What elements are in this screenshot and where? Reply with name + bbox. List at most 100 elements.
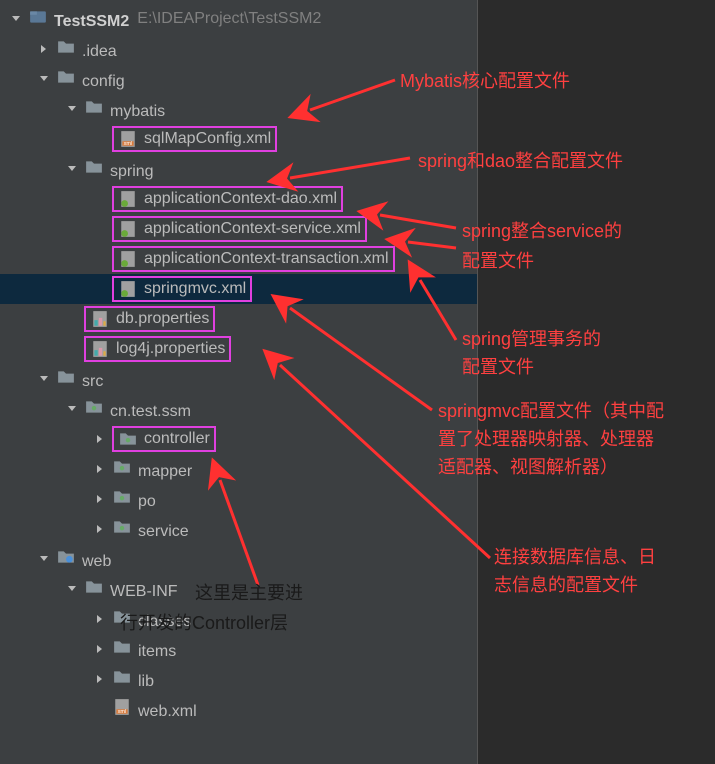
tree-item[interactable]: src: [56, 367, 103, 391]
tree-item[interactable]: TestSSM2: [28, 7, 129, 31]
tree-row[interactable]: classes: [0, 604, 477, 634]
annotation-text: spring整合service的: [462, 218, 622, 245]
chevron-right-icon[interactable]: [92, 491, 108, 507]
chevron-right-icon[interactable]: [92, 521, 108, 537]
package-icon: [118, 429, 138, 449]
tree-item-label: applicationContext-service.xml: [144, 220, 361, 238]
tree-item[interactable]: mybatis: [84, 97, 165, 121]
tree-row[interactable]: .idea: [0, 34, 477, 64]
tree-row[interactable]: xmlsqlMapConfig.xml: [0, 124, 477, 154]
tree-item-label: lib: [138, 673, 154, 690]
tree-item[interactable]: lib: [112, 667, 154, 691]
tree-item-label: config: [82, 73, 125, 90]
tree-item[interactable]: service: [112, 517, 189, 541]
chevron-down-icon[interactable]: [64, 161, 80, 177]
tree-item[interactable]: spring: [84, 157, 154, 181]
tree-item[interactable]: cn.test.ssm: [84, 397, 191, 421]
folder-icon: [56, 37, 76, 57]
package-icon: [112, 487, 132, 507]
tree-row[interactable]: service: [0, 514, 477, 544]
tree-item[interactable]: db.properties: [84, 306, 215, 332]
tree-item-label: sqlMapConfig.xml: [144, 130, 271, 148]
tree-item-label: applicationContext-dao.xml: [144, 190, 337, 208]
tree-row[interactable]: mybatis: [0, 94, 477, 124]
folder-icon: [56, 67, 76, 87]
tree-row[interactable]: lib: [0, 664, 477, 694]
tree-item[interactable]: applicationContext-service.xml: [112, 216, 367, 242]
tree-item[interactable]: .idea: [56, 37, 117, 61]
tree-row[interactable]: cn.test.ssm: [0, 394, 477, 424]
tree-item[interactable]: items: [112, 637, 176, 661]
svg-text:xml: xml: [118, 709, 127, 715]
tree-item[interactable]: log4j.properties: [84, 336, 231, 362]
tree-item-label: web.xml: [138, 703, 197, 720]
chevron-down-icon[interactable]: [64, 401, 80, 417]
tree-item[interactable]: xmlsqlMapConfig.xml: [112, 126, 277, 152]
package-icon: [112, 457, 132, 477]
chevron-right-icon[interactable]: [92, 671, 108, 687]
folder-icon: [56, 367, 76, 387]
tree-item[interactable]: classes: [112, 607, 191, 631]
tree-row[interactable]: applicationContext-dao.xml: [0, 184, 477, 214]
folder-icon: [84, 577, 104, 597]
tree-item[interactable]: applicationContext-transaction.xml: [112, 246, 395, 272]
tree-item-label: mybatis: [110, 103, 165, 120]
tree-row[interactable]: spring: [0, 154, 477, 184]
tree-item-label: TestSSM2: [54, 13, 129, 30]
tree-item[interactable]: WEB-INF: [84, 577, 178, 601]
tree-item[interactable]: xml web.xml: [112, 697, 197, 721]
xml-s-icon: [118, 279, 138, 299]
tree-row[interactable]: mapper: [0, 454, 477, 484]
tree-row[interactable]: WEB-INF: [0, 574, 477, 604]
tree-item-label: src: [82, 373, 103, 390]
tree-item-label: mapper: [138, 463, 192, 480]
folder-icon: [112, 607, 132, 627]
chevron-down-icon[interactable]: [36, 371, 52, 387]
tree-row[interactable]: controller: [0, 424, 477, 454]
tree-item[interactable]: po: [112, 487, 156, 511]
tree-row[interactable]: applicationContext-service.xml: [0, 214, 477, 244]
tree-row[interactable]: db.properties: [0, 304, 477, 334]
tree-item-label: spring: [110, 163, 154, 180]
project-path: E:\IDEAProject\TestSSM2: [137, 10, 321, 28]
tree-item-label: log4j.properties: [116, 340, 225, 358]
project-tree-panel: TestSSM2 E:\IDEAProject\TestSSM2 .idea conf…: [0, 0, 478, 764]
tree-row[interactable]: xml web.xml: [0, 694, 477, 724]
chevron-right-icon[interactable]: [92, 641, 108, 657]
tree-item[interactable]: applicationContext-dao.xml: [112, 186, 343, 212]
tree-row[interactable]: src: [0, 364, 477, 394]
tree-row[interactable]: items: [0, 634, 477, 664]
folder-icon: [112, 667, 132, 687]
tree-item[interactable]: controller: [112, 426, 216, 452]
chevron-down-icon[interactable]: [36, 71, 52, 87]
tree-item-label: .idea: [82, 43, 117, 60]
tree-item[interactable]: mapper: [112, 457, 192, 481]
chevron-down-icon[interactable]: [8, 11, 24, 27]
tree-row[interactable]: springmvc.xml: [0, 274, 477, 304]
package-icon: [112, 517, 132, 537]
chevron-down-icon[interactable]: [64, 581, 80, 597]
tree-row[interactable]: config: [0, 64, 477, 94]
tree-item-label: web: [82, 553, 111, 570]
tree-item[interactable]: web: [56, 547, 111, 571]
props-icon: [90, 309, 110, 329]
chevron-right-icon[interactable]: [92, 461, 108, 477]
tree-item-label: applicationContext-transaction.xml: [144, 250, 389, 268]
annotation-text: 志信息的配置文件: [494, 572, 638, 599]
tree-item-label: po: [138, 493, 156, 510]
tree-item[interactable]: springmvc.xml: [112, 276, 252, 302]
tree-row[interactable]: log4j.properties: [0, 334, 477, 364]
tree-item-label: controller: [144, 430, 210, 448]
tree-item[interactable]: config: [56, 67, 125, 91]
tree-row[interactable]: web: [0, 544, 477, 574]
tree-row[interactable]: TestSSM2 E:\IDEAProject\TestSSM2: [0, 4, 477, 34]
chevron-down-icon[interactable]: [64, 101, 80, 117]
chevron-right-icon[interactable]: [36, 41, 52, 57]
tree-row[interactable]: po: [0, 484, 477, 514]
chevron-right-icon[interactable]: [92, 431, 108, 447]
tree-row[interactable]: applicationContext-transaction.xml: [0, 244, 477, 274]
project-tree[interactable]: TestSSM2 E:\IDEAProject\TestSSM2 .idea conf…: [0, 0, 477, 724]
chevron-down-icon[interactable]: [36, 551, 52, 567]
package-icon: [84, 397, 104, 417]
chevron-right-icon[interactable]: [92, 611, 108, 627]
